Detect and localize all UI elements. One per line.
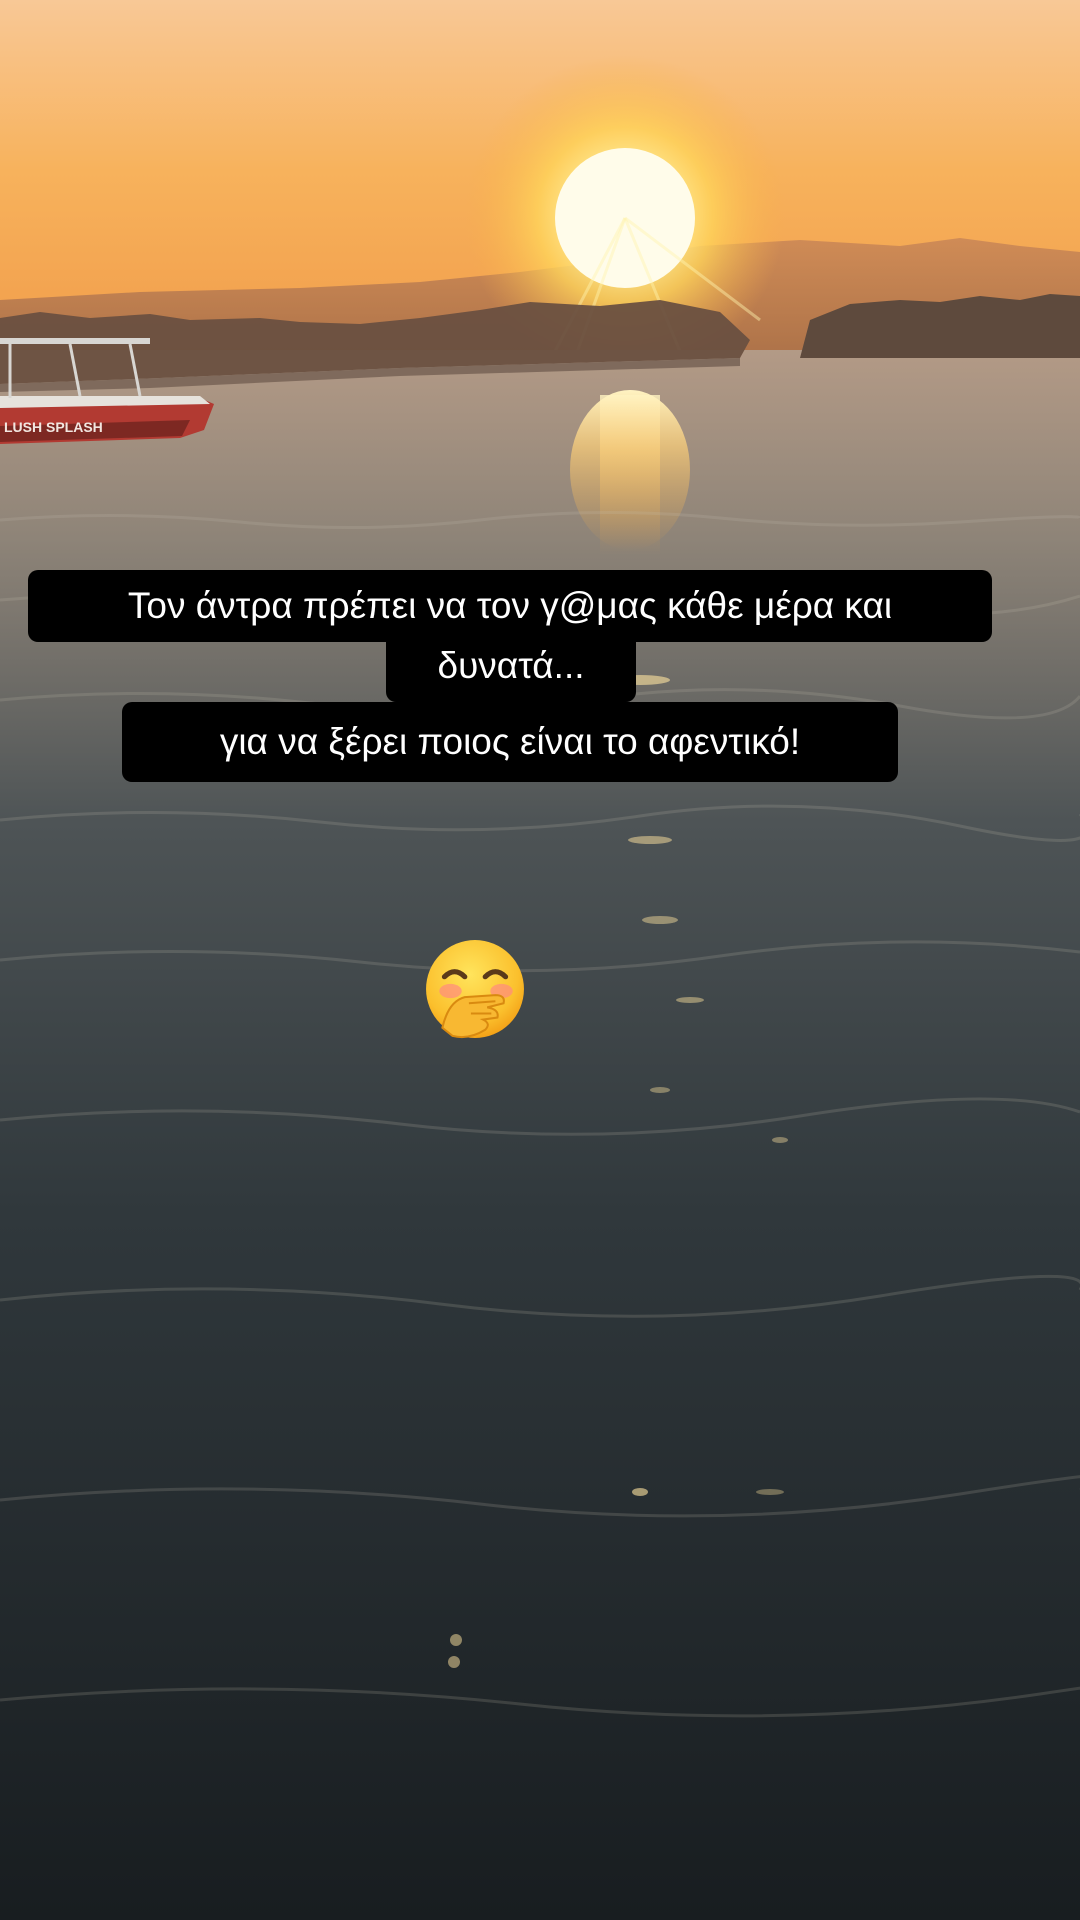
caption-line-1: Τον άντρα πρέπει να τον γ@μας κάθε μέρα … (28, 570, 992, 642)
boat-text: LUSH SPLASH (4, 419, 103, 435)
caption-line-3: για να ξέρει ποιος είναι το αφεντικό! (122, 702, 898, 782)
face-with-hand-over-mouth-emoji-icon (426, 940, 524, 1039)
sunset-sea-photo: LUSH SPLASH (0, 0, 1080, 1920)
story-caption: δυνατά... Τον άντρα πρέπει να τον γ@μας … (0, 570, 1080, 790)
story-view: LUSH SPLASH δυνατά... Τον άντρα πρέπει ν… (0, 0, 1080, 1920)
